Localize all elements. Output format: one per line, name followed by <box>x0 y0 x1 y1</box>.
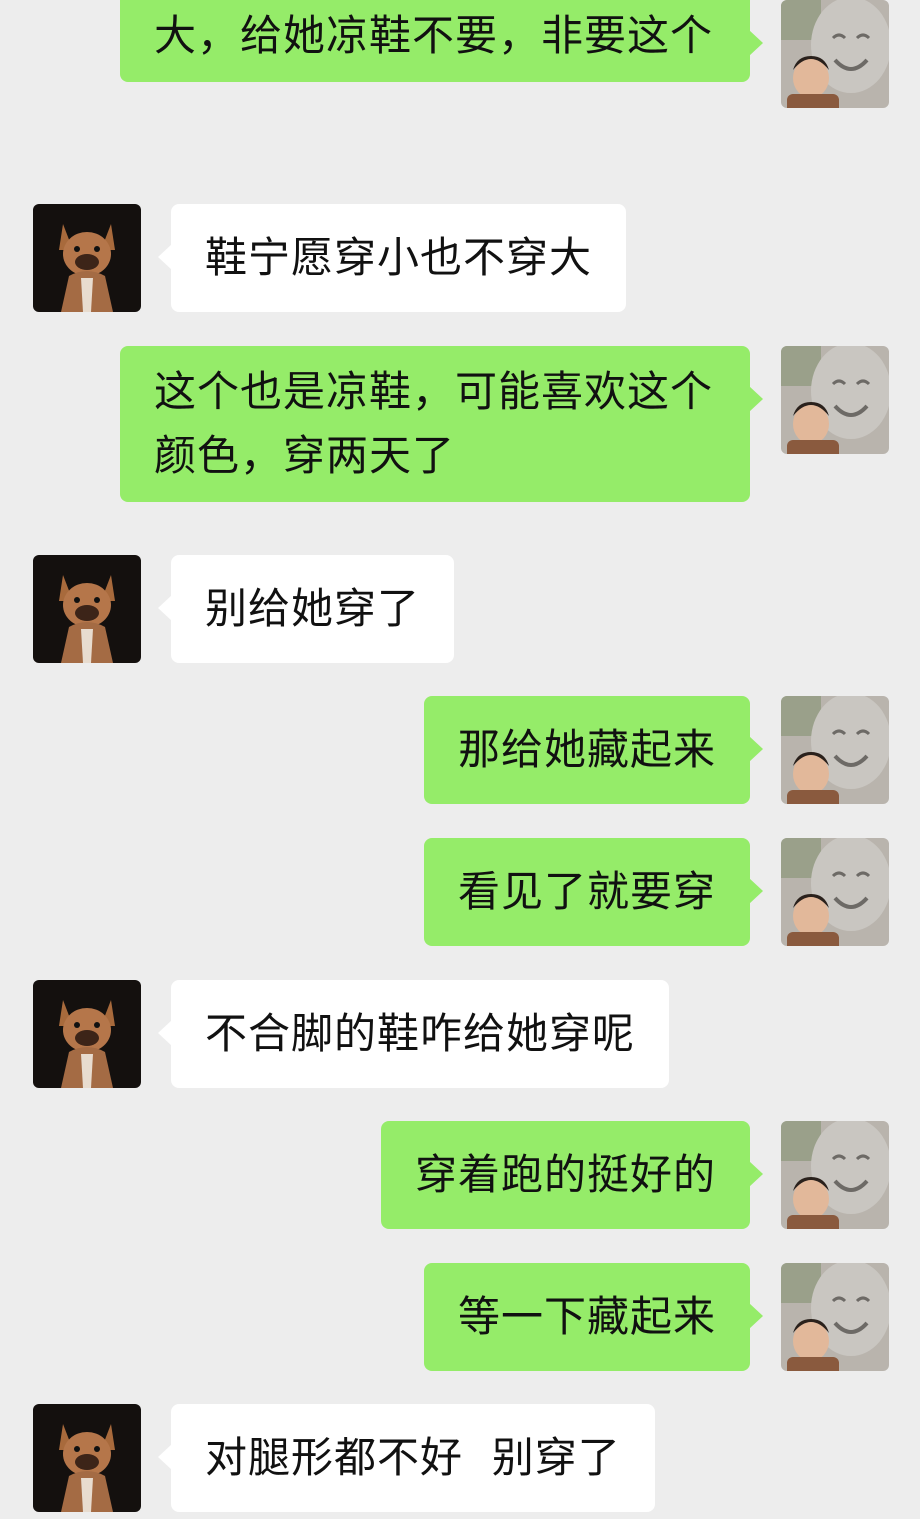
french-bulldog-avatar-icon[interactable] <box>33 1404 141 1512</box>
buddha-selfie-avatar-icon[interactable] <box>781 346 889 454</box>
french-bulldog-avatar-icon[interactable] <box>33 980 141 1088</box>
french-bulldog-avatar-icon[interactable] <box>33 204 141 312</box>
message-bubble-outgoing[interactable]: 看见了就要穿 <box>423 838 764 946</box>
buddha-selfie-avatar-icon[interactable] <box>781 1263 889 1371</box>
french-bulldog-avatar-icon[interactable] <box>33 555 141 663</box>
buddha-selfie-avatar-icon[interactable] <box>781 838 889 946</box>
message-bubble-outgoing[interactable]: 那给她藏起来 <box>423 696 764 804</box>
buddha-selfie-avatar-icon[interactable] <box>781 1121 889 1229</box>
message-bubble-incoming[interactable]: 鞋宁愿穿小也不穿大 <box>157 204 627 312</box>
message-bubble-outgoing[interactable]: 等一下藏起来 <box>423 1263 764 1371</box>
message-bubble-incoming[interactable]: 对腿形都不好 别穿了 <box>158 1404 655 1512</box>
message-bubble-outgoing[interactable]: 穿着跑的挺好的 <box>380 1121 764 1229</box>
message-bubble-outgoing[interactable]: 大，给她凉鞋不要，非要这个 <box>120 0 763 82</box>
message-bubble-outgoing[interactable]: 这个也是凉鞋，可能喜欢这个颜色，穿两天了 <box>120 346 763 502</box>
message-bubble-incoming[interactable]: 不合脚的鞋咋给她穿呢 <box>157 980 670 1088</box>
buddha-selfie-avatar-icon[interactable] <box>781 696 889 804</box>
message-bubble-incoming[interactable]: 别给她穿了 <box>157 555 455 663</box>
buddha-selfie-avatar-icon[interactable] <box>781 0 889 108</box>
